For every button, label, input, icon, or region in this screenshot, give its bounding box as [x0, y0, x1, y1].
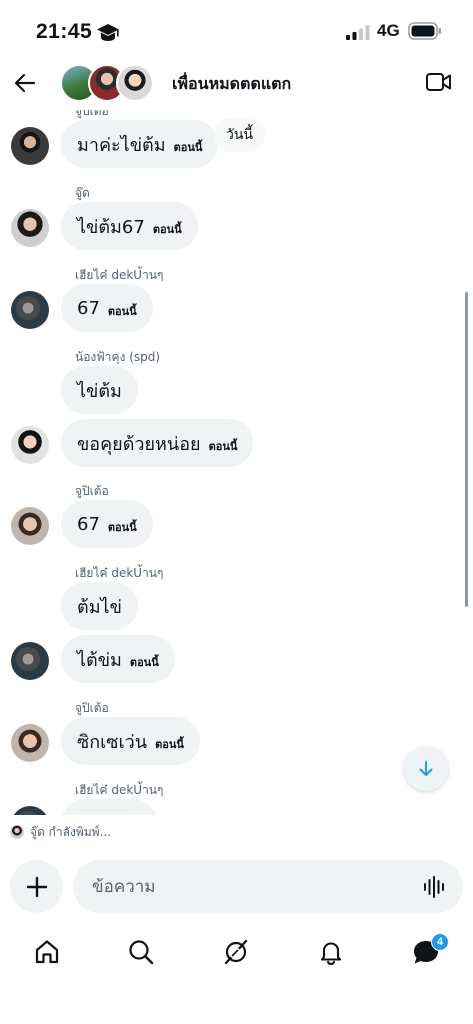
group-avatar-stack[interactable] [60, 62, 160, 106]
sender-avatar[interactable] [11, 642, 49, 680]
audio-waveform-icon [424, 876, 444, 898]
reaction-chip[interactable]: วันนี้ [214, 118, 266, 152]
message-time: ตอนนี้ [155, 738, 184, 751]
message-text: ซิกเซเว่น [77, 731, 148, 753]
typing-indicator: จู๊ด กำลังพิมพ์... [10, 823, 111, 841]
message-text: ขอคุยด้วยหน่อย [77, 433, 201, 455]
message-text: ไข่ต้ม67 [77, 216, 145, 238]
sender-avatar[interactable] [11, 127, 49, 165]
sender-name: น้องฟ้าคุง (spd) [75, 350, 161, 364]
message-bubble[interactable]: ไข่ต้ม [61, 366, 138, 414]
message-bubble[interactable]: ขอคุยด้วยหน่อย ตอนนี้ [61, 419, 254, 467]
bottom-tab-bar: 4 [0, 925, 473, 981]
message-time: ตอนนี้ [173, 141, 203, 154]
message-text: ต้มไข่ [77, 596, 122, 618]
group-avatar-person [116, 64, 154, 102]
sender-name: เฮียไค๋ dekU้านๆ [75, 268, 164, 282]
bell-icon [320, 942, 342, 966]
scroll-to-bottom-button[interactable] [404, 747, 448, 791]
message-bubble[interactable]: 67 ตอนนี้ [61, 284, 153, 332]
signal-icon [346, 25, 370, 40]
scrollbar[interactable] [465, 292, 468, 607]
message-time: ตอนนี้ [107, 521, 137, 534]
grok-icon [224, 939, 248, 965]
sender-avatar[interactable] [11, 209, 49, 247]
chat-header: เพื่อนหมดตดแตก [0, 58, 473, 110]
tab-search[interactable] [124, 935, 158, 969]
sender-name: จูปิเต้อ [75, 484, 109, 498]
sender-name: จูปิเต้อ [75, 701, 109, 715]
message-list[interactable]: จูปิเต้อ มาค่ะไข่ต้ม ตอนนี้ วันนี้ จู๊ด … [0, 110, 473, 815]
sender-avatar[interactable] [11, 724, 49, 762]
message-time: ตอนนี้ [129, 656, 159, 669]
status-time: 21:45 [36, 20, 93, 43]
message-time: ตอนนี้ [208, 440, 238, 453]
search-icon [129, 940, 154, 965]
tab-grok[interactable] [219, 935, 253, 969]
sender-name: จู๊ด [75, 186, 90, 200]
typing-text: จู๊ด กำลังพิมพ์... [30, 824, 112, 839]
reaction-text: วันนี้ [226, 127, 254, 143]
message-time: ตอนนี้ [107, 305, 137, 318]
sender-avatar[interactable] [11, 507, 49, 545]
video-camera-icon [426, 73, 451, 91]
typing-avatar [10, 825, 24, 839]
message-input[interactable]: ข้อความ [73, 860, 463, 913]
sender-avatar[interactable] [11, 426, 49, 464]
status-bar: 21:45 4G [0, 0, 473, 60]
sender-avatar[interactable] [11, 291, 49, 329]
arrow-down-icon [419, 761, 433, 776]
message-bubble[interactable]: ไข่ต้ม67 ตอนนี้ [61, 202, 198, 250]
network-label: 4G [377, 21, 400, 40]
message-text: 67 [77, 513, 100, 535]
messages-badge: 4 [431, 933, 449, 951]
voice-message-button[interactable] [422, 874, 448, 900]
message-text: ไต้ข่ม [77, 649, 122, 671]
message-text: 67 [77, 297, 100, 319]
message-bubble[interactable] [61, 799, 157, 815]
message-bubble[interactable]: 67 ตอนนี้ [61, 500, 153, 548]
arrow-left-icon [14, 73, 36, 93]
message-text: มาค่ะไข่ต้ม [77, 134, 166, 156]
composer: ข้อความ [0, 855, 473, 919]
home-icon [35, 940, 59, 964]
video-call-button[interactable] [425, 70, 455, 96]
message-bubble[interactable]: ซิกเซเว่น ตอนนี้ [61, 717, 200, 765]
message-bubble[interactable]: มาค่ะไข่ต้ม ตอนนี้ [61, 120, 219, 168]
tab-notifications[interactable] [314, 935, 348, 969]
graduation-cap-icon [97, 24, 119, 41]
sender-name: เฮียไค๋ dekU้านๆ [75, 566, 164, 580]
message-time: ตอนนี้ [152, 223, 182, 236]
battery-icon [408, 22, 441, 40]
sender-name: เฮียไค๋ dekU้านๆ [75, 783, 164, 797]
message-input-placeholder: ข้อความ [92, 877, 156, 897]
message-bubble[interactable]: ต้มไข่ [61, 582, 138, 630]
tab-home[interactable] [30, 935, 64, 969]
add-attachment-button[interactable] [10, 860, 63, 913]
message-text: ไข่ต้ม [77, 380, 122, 402]
message-bubble[interactable]: ไต้ข่ม ตอนนี้ [61, 635, 175, 683]
group-name[interactable]: เพื่อนหมดตดแตก [172, 72, 291, 97]
plus-icon [26, 876, 47, 897]
sender-avatar[interactable] [11, 806, 49, 815]
back-button[interactable] [10, 68, 40, 98]
